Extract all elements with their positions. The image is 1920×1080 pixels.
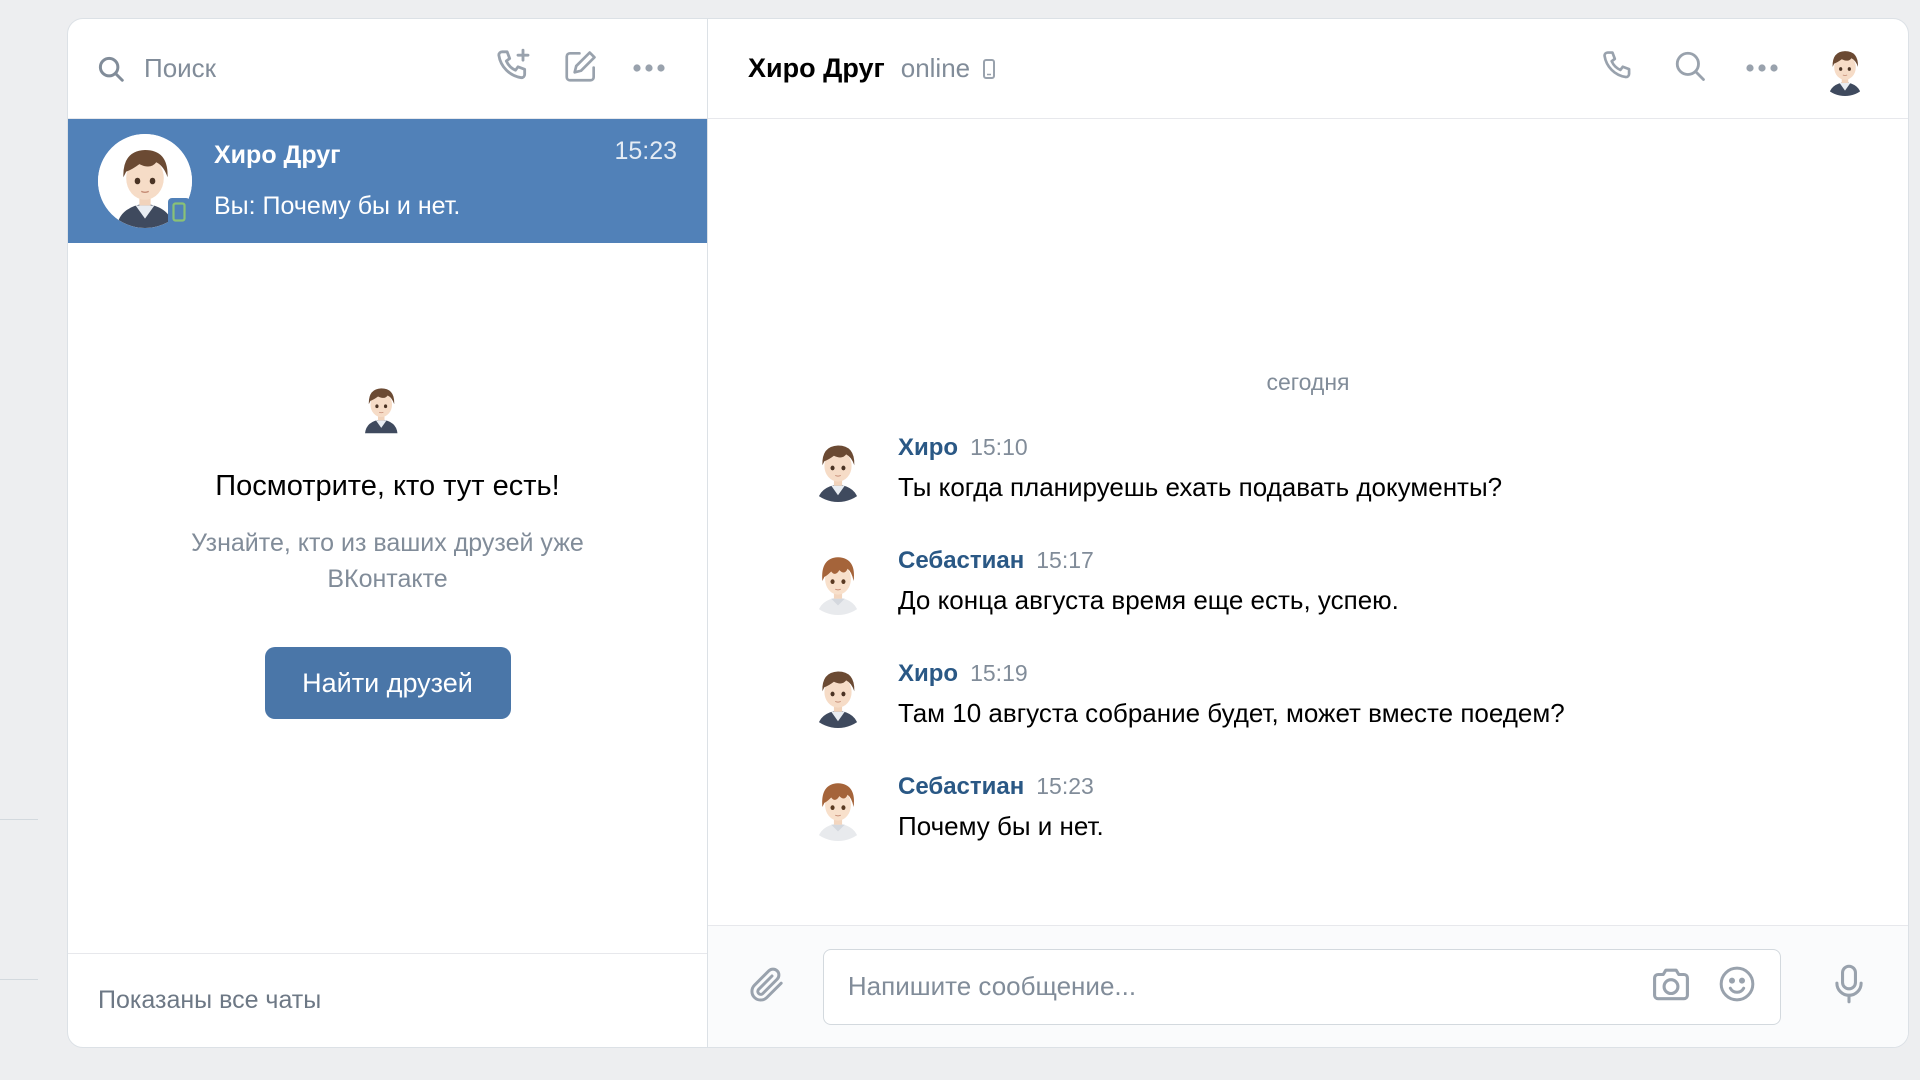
avatar[interactable] bbox=[804, 773, 872, 841]
search-bar bbox=[68, 19, 707, 119]
mobile-online-icon bbox=[168, 198, 190, 226]
camera-button[interactable] bbox=[1638, 957, 1704, 1017]
emoji-button[interactable] bbox=[1704, 957, 1770, 1017]
message-time: 15:23 bbox=[1036, 773, 1094, 799]
avatar[interactable] bbox=[804, 660, 872, 728]
avatar[interactable] bbox=[804, 434, 872, 502]
messenger-window: Хиро Друг Вы: Почему бы и нет. 15:23 Пос… bbox=[67, 18, 1909, 1048]
avatar[interactable] bbox=[1818, 42, 1872, 96]
mobile-phone-icon bbox=[982, 58, 996, 80]
message-composer bbox=[708, 925, 1908, 1047]
message-author[interactable]: Себастиан bbox=[898, 773, 1024, 800]
chat-list-footer: Показаны все чаты bbox=[68, 953, 707, 1047]
camera-icon bbox=[1650, 965, 1692, 1008]
more-horizontal-icon bbox=[632, 60, 666, 78]
attach-button[interactable] bbox=[738, 957, 797, 1017]
message-history: сегодня Хиро 15:10 Ты когда планируешь ех… bbox=[708, 119, 1908, 927]
search-messages-button[interactable] bbox=[1654, 39, 1726, 99]
message-text: Ты когда планируешь ехать подавать докум… bbox=[898, 472, 1503, 502]
chat-last-message: Вы: Почему бы и нет. bbox=[214, 192, 461, 220]
avatar bbox=[98, 134, 192, 228]
edit-icon bbox=[562, 47, 600, 90]
add-call-button[interactable] bbox=[479, 39, 547, 99]
subtitle-line: ВКонтакте bbox=[327, 565, 448, 593]
message: Хиро 15:19 Там 10 августа собрание будет,… bbox=[804, 660, 1565, 729]
find-friends-block: Посмотрите, кто тут есть! Узнайте, кто и… bbox=[68, 381, 707, 719]
smile-icon bbox=[1717, 964, 1757, 1009]
message: Себастиан 15:23 Почему бы и нет. bbox=[804, 773, 1104, 842]
chat-time: 15:23 bbox=[614, 137, 677, 165]
message-author[interactable]: Хиро bbox=[898, 434, 958, 461]
find-friends-button[interactable]: Найти друзей bbox=[264, 647, 511, 719]
avatar[interactable] bbox=[804, 547, 872, 615]
message-time: 15:19 bbox=[970, 660, 1028, 686]
message-text: До конца августа время еще есть, успею. bbox=[898, 585, 1399, 615]
conversation-panel: Хиро Друг online сегодня Хиро 15:10 Ты к… bbox=[708, 19, 1908, 1047]
message-time: 15:10 bbox=[970, 434, 1028, 460]
side-divider bbox=[0, 819, 38, 820]
compose-button[interactable] bbox=[547, 39, 615, 99]
find-friends-title: Посмотрите, кто тут есть! bbox=[215, 470, 560, 502]
message-input[interactable] bbox=[847, 971, 1639, 1002]
chat-list-item[interactable]: Хиро Друг Вы: Почему бы и нет. 15:23 bbox=[68, 119, 707, 243]
online-status: online bbox=[900, 53, 971, 83]
paperclip-icon bbox=[747, 964, 787, 1009]
subtitle-line: Узнайте, кто из ваших друзей уже bbox=[191, 529, 584, 557]
chat-list-panel: Хиро Друг Вы: Почему бы и нет. 15:23 Пос… bbox=[68, 19, 708, 1047]
phone-plus-icon bbox=[493, 46, 533, 91]
conversation-header: Хиро Друг online bbox=[708, 19, 1908, 119]
message-input-box bbox=[822, 948, 1782, 1025]
avatar bbox=[361, 381, 415, 445]
phone-icon bbox=[1599, 47, 1637, 90]
search-icon[interactable] bbox=[96, 54, 126, 84]
day-separator: сегодня bbox=[1266, 369, 1350, 395]
search-icon bbox=[1673, 49, 1707, 88]
more-horizontal-icon bbox=[1745, 60, 1779, 78]
call-button[interactable] bbox=[1582, 39, 1654, 99]
voice-message-button[interactable] bbox=[1819, 957, 1878, 1017]
conversation-title[interactable]: Хиро Друг bbox=[748, 53, 885, 84]
message-time: 15:17 bbox=[1036, 547, 1094, 573]
message: Себастиан 15:17 До конца августа время ещ… bbox=[804, 547, 1399, 616]
side-divider bbox=[0, 979, 38, 980]
conversation-more-button[interactable] bbox=[1726, 39, 1798, 99]
find-friends-subtitle: Узнайте, кто из ваших друзей уже ВКонтак… bbox=[68, 525, 707, 597]
message-text: Почему бы и нет. bbox=[898, 811, 1104, 841]
search-input[interactable] bbox=[144, 53, 479, 84]
more-button[interactable] bbox=[615, 39, 683, 99]
message-author[interactable]: Себастиан bbox=[898, 547, 1024, 574]
chat-name: Хиро Друг bbox=[214, 141, 341, 169]
message: Хиро 15:10 Ты когда планируешь ехать пода… bbox=[804, 434, 1502, 503]
message-author[interactable]: Хиро bbox=[898, 660, 958, 687]
microphone-icon bbox=[1831, 963, 1867, 1010]
message-text: Там 10 августа собрание будет, может вме… bbox=[898, 698, 1565, 728]
